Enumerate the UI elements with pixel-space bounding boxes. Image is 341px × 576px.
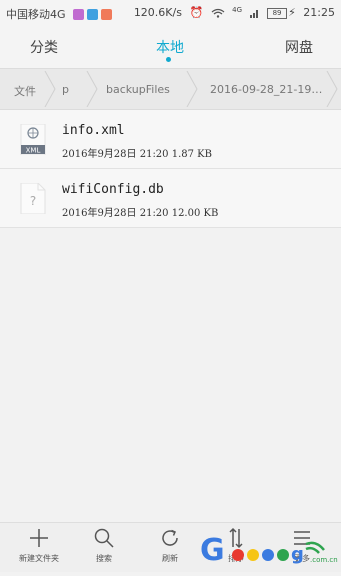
watermark-host: .com.cn [310, 556, 338, 564]
breadcrumb: 文件 p backupFiles 2016-09-28_21-19… [0, 68, 341, 110]
charging-icon: ⚡ [288, 6, 296, 19]
breadcrumb-separator-icon [186, 71, 198, 107]
search-label: 搜索 [96, 554, 112, 563]
carrier-label: 中国移动4G [6, 8, 66, 21]
refresh-icon [162, 529, 178, 546]
breadcrumb-item-p[interactable]: p [62, 83, 69, 96]
notification-app-icon [87, 8, 98, 20]
new-folder-button[interactable]: 新建文件夹 [9, 527, 69, 564]
signal-icon: 4G [232, 6, 243, 14]
battery-icon: 89 [267, 7, 288, 19]
xml-file-icon: XML [20, 124, 46, 155]
breadcrumb-item-current[interactable]: 2016-09-28_21-19… [210, 83, 322, 96]
signal-bars-icon [246, 6, 263, 19]
active-tab-indicator [166, 57, 171, 62]
file-meta: 2016年9月28日 21:20 1.87 KB [62, 149, 212, 160]
svg-text:G: G [200, 533, 225, 568]
file-meta: 2016年9月28日 21:20 12.00 KB [62, 208, 219, 219]
plus-icon [30, 529, 48, 547]
wifi-icon [211, 6, 229, 19]
notification-app-icon [101, 8, 112, 20]
watermark-logo: G g .com.cn [198, 530, 341, 572]
file-name: info.xml [62, 123, 125, 138]
breadcrumb-separator-icon [326, 71, 338, 107]
file-name: wifiConfig.db [62, 182, 164, 197]
tab-category[interactable]: 分类 [30, 37, 58, 57]
status-bar: 中国移动4G 120.6K/s ⏰ 4G 89 ⚡ 21:25 [0, 0, 341, 26]
breadcrumb-item-backupfiles[interactable]: backupFiles [106, 83, 170, 96]
status-right: 120.6K/s ⏰ 4G 89 ⚡ 21:25 [130, 6, 335, 19]
search-icon [94, 528, 114, 548]
refresh-label: 刷新 [162, 554, 178, 563]
xml-file-icon-text: XML [26, 147, 41, 155]
file-list: XML info.xml 2016年9月28日 21:20 1.87 KB ? … [0, 110, 341, 228]
google-logo-watermark-icon: G g [200, 533, 325, 568]
refresh-button[interactable]: 刷新 [140, 527, 200, 564]
search-button[interactable]: 搜索 [74, 527, 134, 564]
breadcrumb-item-root[interactable]: 文件 [14, 83, 36, 99]
tab-cloud[interactable]: 网盘 [285, 37, 313, 57]
file-row-wificonfig-db[interactable]: ? wifiConfig.db 2016年9月28日 21:20 12.00 K… [0, 169, 341, 228]
tab-bar: 分类 本地 网盘 [0, 26, 341, 68]
new-folder-label: 新建文件夹 [19, 554, 59, 563]
notification-app-icon [73, 8, 84, 20]
breadcrumb-separator-icon [44, 71, 56, 107]
svg-text:g: g [291, 544, 304, 565]
unknown-file-icon-text: ? [30, 194, 36, 208]
file-row-info-xml[interactable]: XML info.xml 2016年9月28日 21:20 1.87 KB [0, 110, 341, 169]
tab-local[interactable]: 本地 [156, 37, 184, 57]
breadcrumb-separator-icon [86, 71, 98, 107]
unknown-file-icon: ? [20, 183, 46, 214]
clock: 21:25 [303, 6, 335, 19]
net-speed: 120.6K/s [133, 6, 182, 19]
alarm-icon: ⏰ [189, 6, 204, 19]
notification-icons [73, 7, 115, 20]
